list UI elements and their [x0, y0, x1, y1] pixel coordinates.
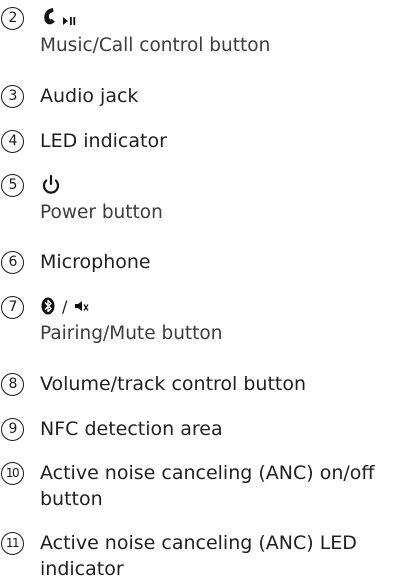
item-label: Power button — [40, 202, 163, 223]
item-number: 2 — [1, 7, 24, 30]
item-number: 7 — [1, 296, 24, 319]
item-number: 4 — [1, 130, 24, 153]
item-label: LED indicator — [40, 130, 167, 152]
item-label: NFC detection area — [40, 418, 223, 440]
item-number: 6 — [1, 251, 24, 274]
item-label: Volume/track control button — [40, 373, 307, 395]
item-label: Music/Call control button — [40, 35, 271, 56]
item-label-line-1: Active noise canceling (ANC) LED — [40, 532, 357, 554]
item-number: 11 — [1, 532, 24, 555]
item-label-line-1: Active noise canceling (ANC) on/off — [40, 462, 375, 484]
phone-play-pause-icon — [40, 5, 84, 27]
item-number: 3 — [1, 85, 24, 108]
item-number: 10 — [1, 462, 24, 485]
bluetooth-mute-icon — [40, 295, 100, 317]
item-label: Audio jack — [40, 85, 139, 107]
item-number: 9 — [1, 418, 24, 441]
item-label: Pairing/Mute button — [40, 323, 223, 344]
item-label-line-2: indicator — [40, 558, 124, 580]
item-label: Microphone — [40, 251, 151, 273]
icon-separator: / — [62, 297, 68, 316]
item-number: 5 — [1, 174, 24, 197]
power-icon — [40, 173, 62, 195]
item-label-line-2: button — [40, 488, 103, 510]
item-number: 8 — [1, 373, 24, 396]
